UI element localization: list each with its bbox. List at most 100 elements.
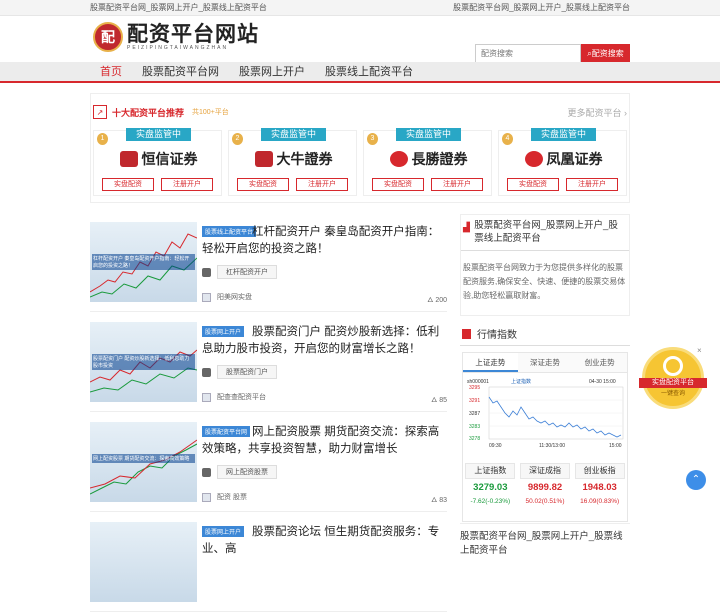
x-tick: 09:30 bbox=[489, 443, 502, 449]
article-tag[interactable]: 杠杆配资开户 bbox=[217, 265, 277, 279]
article-author[interactable]: 阳美网实盘 bbox=[217, 294, 252, 301]
list-item: 股票网上开户 股票配资论坛 恒生期货配资服务：专业、高 bbox=[90, 514, 447, 612]
real-peizi-button[interactable]: 实盘配资 bbox=[507, 178, 559, 191]
quote-shanghai[interactable]: 上证指数 3279.03 -7.62(-0.23%) bbox=[465, 463, 516, 507]
rank-medal-icon: 3 bbox=[367, 133, 378, 145]
article-title[interactable]: 网上配资股票 期货配资交流：探索高效策略，共享投资智慧，助力财富增长 bbox=[202, 424, 447, 458]
y-tick: 3295 bbox=[469, 385, 480, 391]
list-item: 网上配资股票 期货配资交流：探索高效策略 股票配资平台网 网上配资股票 期货配资… bbox=[90, 414, 447, 512]
real-peizi-button[interactable]: 实盘配资 bbox=[372, 178, 424, 191]
view-count: 85 bbox=[439, 397, 447, 404]
platform-logo: 長勝證券 bbox=[370, 147, 487, 171]
real-peizi-button[interactable]: 实盘配资 bbox=[102, 178, 154, 191]
search-form: ⌕配资搜索 bbox=[475, 44, 630, 63]
header: 配 配资平台网站 PEIZIPINGTAIWANGZHAN ⌕配资搜索 bbox=[0, 16, 720, 63]
chevron-right-icon: › bbox=[624, 108, 627, 118]
logo-title: 配资平台网站 bbox=[127, 21, 259, 46]
thumbnail-caption: 股票配资门户 配资炒股新选择：低利息助力股市投资 bbox=[92, 354, 195, 370]
brand-logo-icon bbox=[389, 151, 408, 167]
chart-time: 04-30 15:00 bbox=[589, 379, 616, 385]
bookmark-icon bbox=[462, 328, 471, 339]
quote-name: 上证指数 bbox=[465, 463, 516, 479]
quote-chinext[interactable]: 创业板指 1948.03 16.09(0.83%) bbox=[574, 463, 625, 507]
y-tick: 3283 bbox=[469, 424, 480, 430]
quote-shenzhen[interactable]: 深证成指 9899.82 50.02(0.51%) bbox=[519, 463, 570, 507]
quote-change: 50.02(0.51%) bbox=[525, 498, 565, 505]
logo-mark-icon: 配 bbox=[93, 22, 123, 52]
tab-chinext[interactable]: 创业走势 bbox=[572, 353, 627, 372]
floating-query-badge[interactable]: 实盘配资平台 一键查询 bbox=[639, 347, 707, 409]
article-thumbnail[interactable]: 杠杆配资开户 秦皇岛配资开户指南：轻松开启您的投资之路！ bbox=[90, 222, 197, 302]
main-nav: 首页 股票配资平台网 股票网上开户 股票线上配资平台 bbox=[0, 62, 720, 83]
nav-item-online-account[interactable]: 股票网上开户 bbox=[229, 62, 315, 81]
search-input[interactable] bbox=[475, 44, 581, 63]
y-tick: 3278 bbox=[469, 436, 480, 442]
avatar bbox=[202, 292, 211, 302]
platform-logo: 大牛證券 bbox=[235, 147, 352, 171]
platform-name: 凤凰证券 bbox=[546, 152, 603, 168]
close-icon[interactable]: × bbox=[697, 346, 702, 355]
platform-status-tag: 实盘监管中 bbox=[261, 128, 327, 141]
article-thumbnail[interactable]: 网上配资股票 期货配资交流：探索高效策略 bbox=[90, 422, 197, 502]
more-platforms-link[interactable]: 更多配资平台 › bbox=[567, 106, 627, 119]
platform-status-tag: 实盘监管中 bbox=[396, 128, 462, 141]
magnifier-icon bbox=[663, 356, 683, 376]
fire-icon: 🜂 bbox=[431, 397, 438, 404]
thumbnail-caption: 网上配资股票 期货配资交流：探索高效策略 bbox=[92, 454, 195, 463]
article-tag[interactable]: 股票配资门户 bbox=[217, 365, 277, 379]
recommend-title: 十大配资平台推荐 bbox=[112, 107, 185, 118]
tag-icon bbox=[202, 467, 211, 477]
quote-value: 9899.82 bbox=[527, 482, 563, 493]
nav-item-home[interactable]: 首页 bbox=[90, 62, 132, 81]
article-thumbnail[interactable]: 股票配资门户 配资炒股新选择：低利息助力股市投资 bbox=[90, 322, 197, 402]
floating-badge-subtitle: 一键查询 bbox=[660, 391, 685, 397]
trend-chart-icon: ↗ bbox=[93, 105, 107, 119]
article-title[interactable]: 杠杆配资开户 秦皇岛配资开户指南：轻松开启您的投资之路！ bbox=[202, 224, 447, 258]
quote-name: 创业板指 bbox=[574, 463, 625, 479]
article-author[interactable]: 配查查配资平台 bbox=[217, 394, 266, 401]
platform-card[interactable]: 4 实盘监管中 凤凰证券 实盘配资 注册开户 bbox=[498, 128, 627, 196]
bull-icon bbox=[254, 151, 273, 167]
avatar bbox=[202, 492, 211, 502]
platform-name: 大牛證券 bbox=[276, 152, 333, 168]
avatar bbox=[202, 392, 211, 402]
platform-status-tag: 实盘监管中 bbox=[126, 128, 192, 141]
tag-icon bbox=[202, 367, 211, 377]
nav-item-online-peizi[interactable]: 股票线上配资平台 bbox=[315, 62, 423, 81]
rank-medal-icon: 2 bbox=[232, 133, 243, 145]
register-button[interactable]: 注册开户 bbox=[431, 178, 483, 191]
x-tick: 15:00 bbox=[609, 443, 622, 449]
top-bar-right-text: 股票配资平台网_股票网上开户_股票线上配资平台 bbox=[453, 3, 630, 12]
y-tick: 3291 bbox=[469, 398, 480, 404]
top-bar-left-text: 股票配资平台网_股票网上开户_股票线上配资平台 bbox=[90, 3, 267, 12]
index-intraday-chart: sh000001 上证指数 04-30 15:00 3295 3291 3287… bbox=[467, 378, 624, 449]
nav-item-peizi-platform[interactable]: 股票配资平台网 bbox=[132, 62, 229, 81]
real-peizi-button[interactable]: 实盘配资 bbox=[237, 178, 289, 191]
article-tag[interactable]: 网上配资股票 bbox=[217, 465, 277, 479]
site-intro-box: ▟ 股票配资平台网_股票网上开户_股票线上配资平台 股票配资平台网致力于为您提供多… bbox=[460, 214, 630, 316]
tab-shanghai[interactable]: 上证走势 bbox=[463, 353, 518, 372]
site-logo[interactable]: 配 配资平台网站 PEIZIPINGTAIWANGZHAN bbox=[93, 22, 259, 52]
article-thumbnail[interactable] bbox=[90, 522, 197, 602]
register-button[interactable]: 注册开户 bbox=[566, 178, 618, 191]
brand-logo-icon bbox=[119, 151, 138, 167]
platform-card[interactable]: 3 实盘监管中 長勝證券 实盘配资 注册开户 bbox=[363, 128, 492, 196]
register-button[interactable]: 注册开户 bbox=[161, 178, 213, 191]
thumbnail-caption: 杠杆配资开户 秦皇岛配资开户指南：轻松开启您的投资之路！ bbox=[92, 254, 195, 270]
back-to-top-button[interactable]: ⌃ bbox=[686, 470, 706, 490]
floating-badge-title: 实盘配资平台 bbox=[639, 378, 707, 388]
article-author[interactable]: 配资 股票 bbox=[217, 494, 247, 501]
list-item: 股票配资门户 配资炒股新选择：低利息助力股市投资 股票网上开户 股票配资门户 配… bbox=[90, 314, 447, 412]
search-button[interactable]: ⌕配资搜索 bbox=[581, 44, 630, 63]
platform-logo: 恒信证券 bbox=[100, 147, 217, 171]
platform-card[interactable]: 1 实盘监管中 恒信证券 实盘配资 注册开户 bbox=[93, 128, 222, 196]
platform-card[interactable]: 2 实盘监管中 大牛證券 实盘配资 注册开户 bbox=[228, 128, 357, 196]
platform-name: 恒信证券 bbox=[141, 152, 198, 168]
tab-shenzhen[interactable]: 深证走势 bbox=[518, 353, 573, 372]
x-tick: 11:30/13:00 bbox=[539, 443, 565, 449]
quote-value: 3279.03 bbox=[473, 482, 508, 493]
search-button-label: 配资搜索 bbox=[591, 49, 624, 58]
register-button[interactable]: 注册开户 bbox=[296, 178, 348, 191]
article-title[interactable]: 股票配资门户 配资炒股新选择：低利息助力股市投资，开启您的财富增长之路！ bbox=[202, 324, 447, 358]
article-title[interactable]: 股票配资论坛 恒生期货配资服务：专业、高 bbox=[202, 524, 447, 558]
